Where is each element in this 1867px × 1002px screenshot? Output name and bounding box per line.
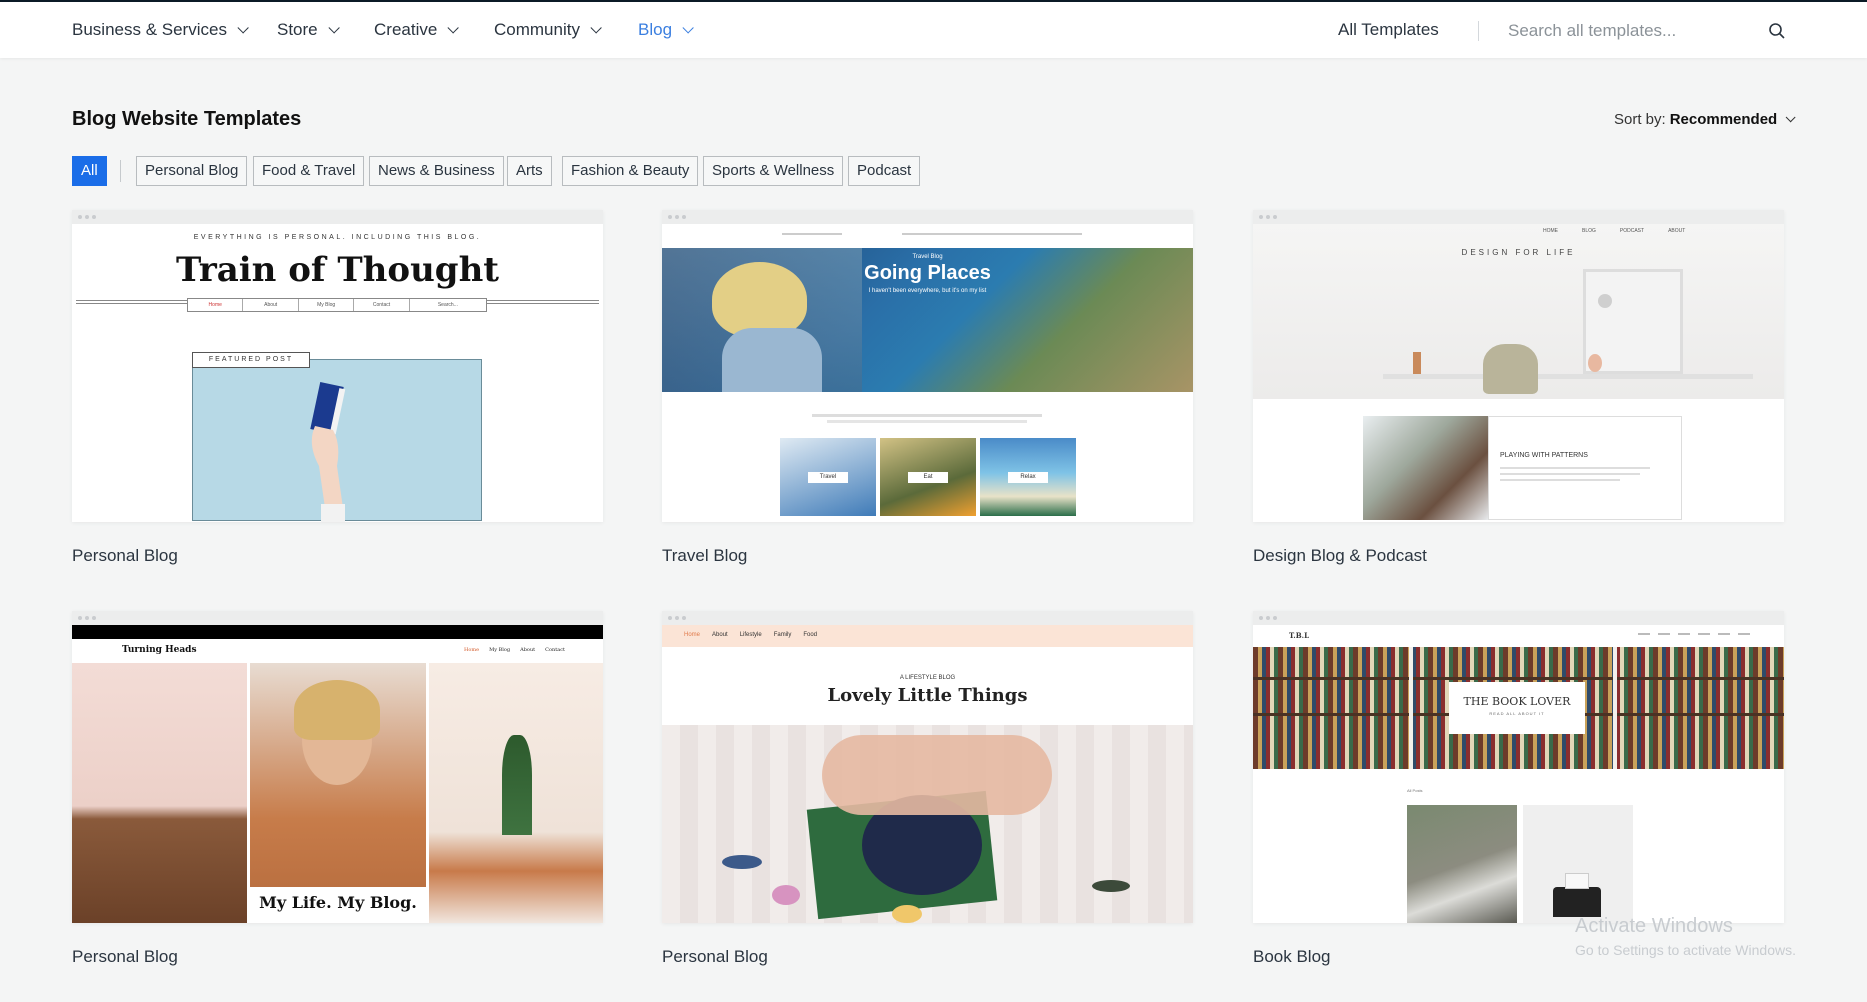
preview-menu: Home About Lifestyle Family Food xyxy=(684,632,818,638)
browser-bar xyxy=(1253,210,1784,224)
preview-content: EVERYTHING IS PERSONAL. INCLUDING THIS B… xyxy=(72,224,603,522)
template-preview[interactable]: Home About Lifestyle Family Food A LIFESTYLE… xyxy=(662,611,1193,923)
nav-business-services[interactable]: Business & Services xyxy=(72,20,249,40)
template-preview[interactable]: EVERYTHING IS PERSONAL. INCLUDING THIS B… xyxy=(72,210,603,522)
featured-badge: FEATURED POST xyxy=(192,352,310,368)
browser-bar xyxy=(662,210,1193,224)
preview-brand: Turning Heads xyxy=(122,645,197,655)
preview-content: Travel Blog Going Places I haven't been … xyxy=(662,224,1193,522)
preview-section: All Posts xyxy=(1407,788,1423,793)
chevron-down-icon xyxy=(237,22,249,34)
template-name[interactable]: Book Blog xyxy=(1253,947,1331,967)
preview-content: HOME BLOG PODCAST ABOUT DESIGN FOR LIFE PLA… xyxy=(1253,224,1784,522)
filter-news-business[interactable]: News & Business xyxy=(369,156,504,186)
chevron-down-icon xyxy=(447,22,460,34)
preview-title: THE BOOK LOVER xyxy=(1463,695,1571,708)
filter-arts[interactable]: Arts xyxy=(507,156,552,186)
divider xyxy=(1478,21,1479,41)
chevron-down-icon xyxy=(682,22,694,34)
nav-community[interactable]: Community xyxy=(494,20,602,40)
template-name[interactable]: Personal Blog xyxy=(72,947,178,967)
nav-store[interactable]: Store xyxy=(277,20,340,40)
nav-label: Blog xyxy=(638,20,673,39)
preview-subtitle: READ ALL ABOUT IT xyxy=(1489,711,1545,716)
preview-kicker: A LIFESTYLE BLOG xyxy=(899,675,956,681)
sort-value: Recommended xyxy=(1669,111,1778,128)
nav-creative[interactable]: Creative xyxy=(374,20,460,40)
chevron-down-icon xyxy=(1785,112,1796,123)
nav-label: Creative xyxy=(374,20,438,39)
filter-personal-blog[interactable]: Personal Blog xyxy=(136,156,248,186)
preview-content: T.B.L THE BOOK LOVER READ ALL ABOUT IT A… xyxy=(1253,625,1784,923)
browser-bar xyxy=(1253,611,1784,625)
divider xyxy=(120,160,121,182)
watermark-subtitle: Go to Settings to activate Windows. xyxy=(1575,942,1796,958)
tile-label: Relax xyxy=(1008,472,1048,483)
preview-subtitle: I haven't been everywhere, but it's on m… xyxy=(868,288,987,294)
preview-content: Home About Lifestyle Family Food A LIFESTYLE… xyxy=(662,625,1193,923)
chevron-down-icon xyxy=(590,22,602,34)
filter-all[interactable]: All xyxy=(72,156,107,186)
preview-tagline: EVERYTHING IS PERSONAL. INCLUDING THIS B… xyxy=(193,234,482,241)
filter-food-travel[interactable]: Food & Travel xyxy=(253,156,365,186)
template-preview[interactable]: T.B.L THE BOOK LOVER READ ALL ABOUT IT A… xyxy=(1253,611,1784,923)
preview-menu: Home About My Blog Contact Search... xyxy=(187,298,487,312)
filter-sports-wellness[interactable]: Sports & Wellness xyxy=(703,156,844,186)
nav-label: Business & Services xyxy=(72,20,227,39)
nav-label: Store xyxy=(277,20,318,39)
preview-title: Lovely Little Things xyxy=(827,685,1028,706)
browser-bar xyxy=(662,611,1193,625)
top-nav: Business & Services Store Creative Commu… xyxy=(0,0,1867,58)
preview-content: Turning Heads Home My Blog About Contact My… xyxy=(72,625,603,923)
preview-title: DESIGN FOR LIFE xyxy=(1461,248,1576,257)
template-name[interactable]: Personal Blog xyxy=(662,947,768,967)
tile-label: Eat xyxy=(908,472,948,483)
preview-title: Going Places xyxy=(864,262,991,284)
sort-dropdown[interactable]: Sort by: Recommended xyxy=(1614,111,1796,128)
preview-title: Train of Thought xyxy=(176,250,499,290)
template-preview[interactable]: Travel Blog Going Places I haven't been … xyxy=(662,210,1193,522)
all-templates-link[interactable]: All Templates xyxy=(1338,20,1439,40)
sort-label: Sort by: xyxy=(1614,111,1666,128)
search-input[interactable] xyxy=(1506,14,1756,48)
preview-post-title: PLAYING WITH PATTERNS xyxy=(1500,452,1588,459)
page-title: Blog Website Templates xyxy=(72,108,302,130)
template-name[interactable]: Design Blog & Podcast xyxy=(1253,546,1427,566)
book-hand-illustration xyxy=(310,382,346,522)
preview-kicker: Travel Blog xyxy=(912,254,943,260)
filter-fashion-beauty[interactable]: Fashion & Beauty xyxy=(562,156,699,186)
preview-brand: T.B.L xyxy=(1289,631,1310,640)
browser-bar xyxy=(72,210,603,224)
preview-menu: Home My Blog About Contact xyxy=(464,647,566,653)
filter-podcast[interactable]: Podcast xyxy=(848,156,921,186)
nav-blog[interactable]: Blog xyxy=(638,20,694,40)
preview-menu: HOME BLOG PODCAST ABOUT xyxy=(1543,228,1686,234)
template-name[interactable]: Personal Blog xyxy=(72,546,178,566)
watermark-title: Activate Windows xyxy=(1575,915,1733,937)
template-preview[interactable]: Turning Heads Home My Blog About Contact My… xyxy=(72,611,603,923)
template-preview[interactable]: HOME BLOG PODCAST ABOUT DESIGN FOR LIFE PLA… xyxy=(1253,210,1784,522)
browser-bar xyxy=(72,611,603,625)
nav-label: Community xyxy=(494,20,580,39)
tile-label: Travel xyxy=(808,472,848,483)
preview-title: My Life. My Blog. xyxy=(259,893,417,912)
template-name[interactable]: Travel Blog xyxy=(662,546,747,566)
search-icon[interactable] xyxy=(1768,22,1786,40)
windows-watermark: Activate Windows Go to Settings to activ… xyxy=(1575,915,1796,958)
chevron-down-icon xyxy=(328,22,340,34)
